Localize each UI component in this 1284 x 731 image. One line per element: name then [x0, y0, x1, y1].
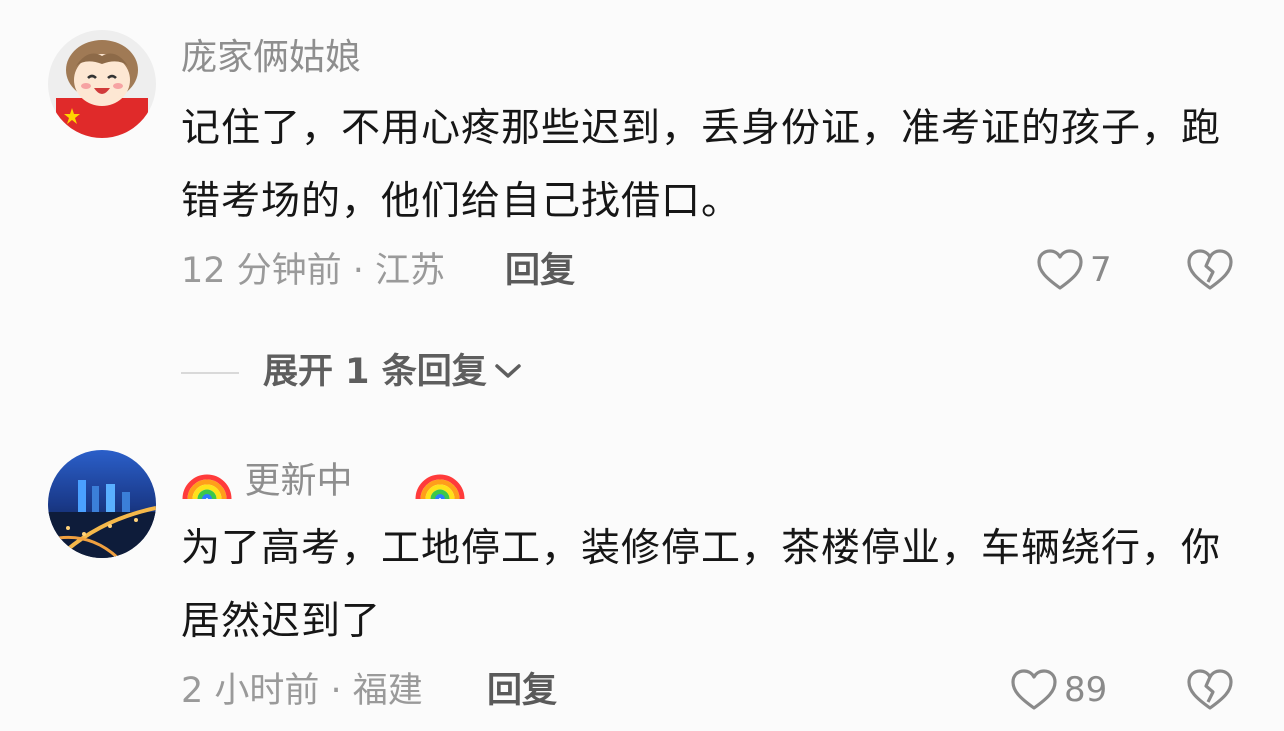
- reply-button[interactable]: 回复: [505, 254, 575, 289]
- like-count: 89: [1064, 670, 1108, 710]
- heart-outline-icon: [1010, 668, 1064, 712]
- divider-line: [181, 371, 239, 374]
- comment-text: 记住了，不用心疼那些迟到，丢身份证，准考证的孩子，跑错考场的，他们给自己找借口。: [181, 106, 1222, 224]
- heart-outline-icon: [1036, 248, 1090, 292]
- broken-heart-icon: [1186, 669, 1234, 716]
- reply-button[interactable]: 回复: [487, 674, 557, 709]
- like-button[interactable]: 89: [1010, 668, 1107, 712]
- cartoon-avatar-image: [48, 30, 156, 138]
- username-row[interactable]: 更新中: [181, 455, 466, 508]
- city-night-avatar-image: [48, 450, 156, 558]
- rainbow-icon: [414, 455, 466, 508]
- like-count: 7: [1090, 250, 1112, 290]
- username: 更新中: [244, 460, 353, 502]
- dislike-button[interactable]: [1186, 668, 1234, 716]
- comment-text: 为了高考，工地停工，装修停工，茶楼停业，车辆绕行，你居然迟到了: [181, 526, 1222, 644]
- broken-heart-icon: [1186, 249, 1234, 296]
- chevron-down-icon: [487, 361, 523, 385]
- dislike-button[interactable]: [1186, 248, 1234, 296]
- avatar[interactable]: [48, 30, 156, 138]
- avatar[interactable]: [48, 450, 156, 558]
- rainbow-icon: [181, 455, 233, 508]
- like-button[interactable]: 7: [1036, 248, 1112, 292]
- time-location: 2 小时前 · 福建: [181, 671, 423, 711]
- time-location: 12 分钟前 · 江苏: [181, 251, 446, 291]
- expand-replies-button[interactable]: 展开 1 条回复: [181, 355, 523, 390]
- expand-replies-label: 展开 1 条回复: [263, 352, 487, 392]
- username[interactable]: 庞家俩姑娘: [181, 40, 361, 76]
